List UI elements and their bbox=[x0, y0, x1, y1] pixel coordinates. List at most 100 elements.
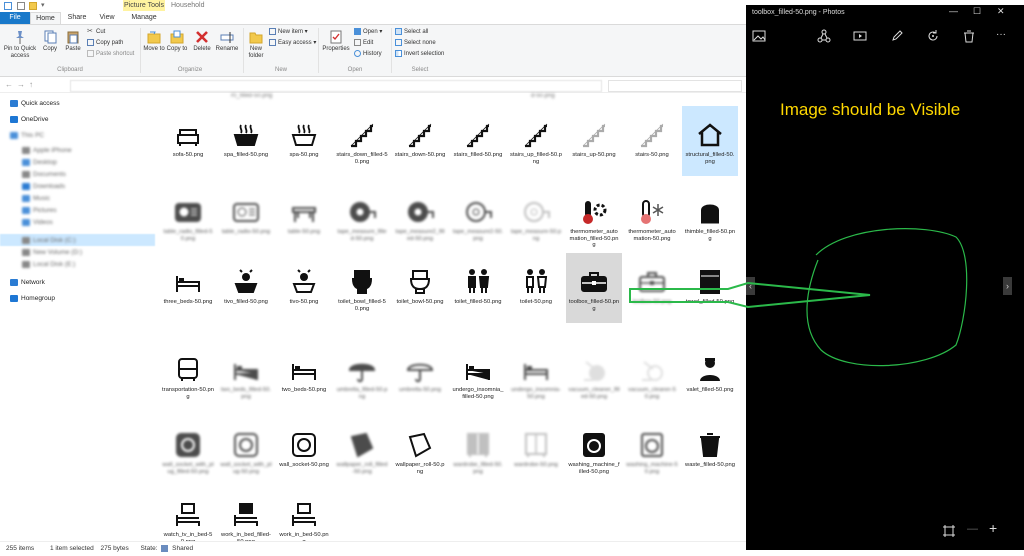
nav-item[interactable]: Documents bbox=[22, 169, 66, 181]
file-item[interactable]: thermometer_automation_filled-50.png bbox=[566, 183, 622, 253]
file-item[interactable]: transportation-50.png bbox=[160, 341, 216, 411]
nav-item[interactable]: Apple iPhone bbox=[22, 145, 72, 157]
rotate-icon[interactable] bbox=[926, 29, 940, 43]
next-image-arrow-icon[interactable]: › bbox=[1003, 277, 1012, 295]
maximize-icon[interactable]: ☐ bbox=[973, 6, 981, 17]
file-item[interactable]: tape_measure-50.png bbox=[508, 183, 564, 253]
history-button[interactable]: History bbox=[354, 50, 382, 59]
customize-toolbar-icon[interactable]: ▾ bbox=[41, 1, 45, 9]
file-item[interactable]: umbrella-50.png bbox=[392, 341, 448, 411]
paste-button[interactable]: Paste bbox=[62, 30, 84, 53]
cut-button[interactable]: ✂ Cut bbox=[87, 28, 105, 37]
file-item[interactable]: undergo_insomnia-50.png bbox=[508, 341, 564, 411]
new-folder-button[interactable]: New folder bbox=[245, 30, 267, 60]
file-item[interactable]: structural_filled-50.png bbox=[682, 106, 738, 176]
file-item[interactable]: vacuum_cleaner-50.png bbox=[624, 341, 680, 411]
file-item[interactable]: wardrobe_filled-50.png bbox=[450, 416, 506, 486]
file-item[interactable]: toilet-50.png bbox=[508, 253, 564, 323]
file-item[interactable]: spa-50.png bbox=[276, 106, 332, 176]
file-item[interactable]: washing_machine_filled-50.png bbox=[566, 416, 622, 486]
file-item[interactable]: thermometer_automation-50.png bbox=[624, 183, 680, 253]
nav-item[interactable]: Pictures bbox=[22, 205, 56, 217]
file-item[interactable]: wardrobe-50.png bbox=[508, 416, 564, 486]
minimize-icon[interactable]: — bbox=[949, 6, 958, 16]
slideshow-icon[interactable] bbox=[853, 29, 867, 43]
invert-selection-button[interactable]: Invert selection bbox=[395, 50, 444, 59]
select-all-button[interactable]: Select all bbox=[395, 28, 428, 37]
fit-to-window-icon[interactable] bbox=[943, 525, 955, 537]
file-item[interactable]: toilet_bowl_filled-50.png bbox=[334, 253, 390, 323]
file-item[interactable]: wall_socket_with_plug_filled-50.png bbox=[160, 416, 216, 486]
edit-pencil-icon[interactable] bbox=[890, 29, 904, 43]
file-item[interactable]: stairs_up-50.png bbox=[566, 106, 622, 176]
tab-view[interactable]: View bbox=[92, 12, 122, 24]
back-arrow-icon[interactable]: ← bbox=[5, 80, 17, 89]
nav-item[interactable]: Music bbox=[22, 193, 50, 205]
rename-button[interactable]: Rename bbox=[214, 30, 240, 53]
tab-file[interactable]: File bbox=[0, 12, 30, 24]
file-item[interactable]: washing_machine-50.png bbox=[624, 416, 680, 486]
file-item[interactable]: three_beds-50.png bbox=[160, 253, 216, 323]
file-item[interactable]: toolbox_filled-50.png bbox=[566, 253, 622, 323]
new-folder-icon[interactable] bbox=[29, 2, 37, 10]
copy-button[interactable]: Copy bbox=[39, 30, 61, 53]
file-item[interactable]: stairs-50.png bbox=[624, 106, 680, 176]
tab-share[interactable]: Share bbox=[62, 12, 92, 24]
nav-item[interactable]: Local Disk (E:) bbox=[22, 259, 75, 271]
file-item[interactable]: tape_measure2-50.png bbox=[450, 183, 506, 253]
select-none-button[interactable]: Select none bbox=[395, 39, 436, 48]
file-item[interactable]: tivo-50.png bbox=[276, 253, 332, 323]
file-item[interactable]: spa_filled-50.png bbox=[218, 106, 274, 176]
forward-arrow-icon[interactable]: → bbox=[17, 80, 29, 89]
file-item[interactable]: undergo_insomnia_filled-50.png bbox=[450, 341, 506, 411]
tab-manage[interactable]: Manage bbox=[124, 12, 164, 24]
close-icon[interactable]: ✕ bbox=[997, 6, 1005, 17]
address-bar[interactable] bbox=[70, 80, 602, 92]
open-button[interactable]: Open ▾ bbox=[354, 28, 382, 37]
file-item[interactable]: tivo_filled-50.png bbox=[218, 253, 274, 323]
file-item[interactable]: stairs_filled-50.png bbox=[450, 106, 506, 176]
quick-access-icon[interactable] bbox=[4, 2, 12, 10]
nav-item[interactable]: Downloads bbox=[22, 181, 65, 193]
file-item[interactable]: wall_socket-50.png bbox=[276, 416, 332, 486]
search-input[interactable] bbox=[608, 80, 742, 92]
file-item[interactable]: tape_measure2_filled-50.png bbox=[392, 183, 448, 253]
file-item[interactable]: stairs_down_filled-50.png bbox=[334, 106, 390, 176]
nav-item[interactable]: Desktop bbox=[22, 157, 57, 169]
easy-access-button[interactable]: Easy access ▾ bbox=[269, 39, 316, 48]
file-item[interactable]: stairs_down-50.png bbox=[392, 106, 448, 176]
file-item[interactable]: wallpaper_roll-50.png bbox=[392, 416, 448, 486]
tab-home[interactable]: Home bbox=[30, 12, 61, 24]
image-gallery-icon[interactable] bbox=[752, 29, 766, 43]
file-item[interactable]: table_radio-50.png bbox=[218, 183, 274, 253]
nav-item[interactable]: New Volume (D:) bbox=[22, 247, 82, 259]
file-item[interactable]: wall_socket_with_plug-50.png bbox=[218, 416, 274, 486]
nav-item[interactable]: This PC bbox=[10, 130, 44, 142]
file-item[interactable]: two_beds-50.png bbox=[276, 341, 332, 411]
file-item[interactable]: sofa-50.png bbox=[160, 106, 216, 176]
paste-shortcut-button[interactable]: Paste shortcut bbox=[87, 50, 134, 59]
file-item[interactable]: toilet_bowl-50.png bbox=[392, 253, 448, 323]
share-icon[interactable] bbox=[817, 29, 831, 43]
delete-button[interactable]: Delete bbox=[191, 30, 213, 53]
copy-path-button[interactable]: Copy path bbox=[87, 39, 123, 48]
move-to-button[interactable]: Move to bbox=[143, 30, 165, 53]
file-item[interactable]: table-50.png bbox=[276, 183, 332, 253]
delete-trash-icon[interactable] bbox=[962, 29, 976, 43]
file-item[interactable]: umbrella_filled-50.png bbox=[334, 341, 390, 411]
up-arrow-icon[interactable]: ↑ bbox=[29, 80, 37, 89]
navigation-arrows[interactable]: ←→↑ bbox=[5, 80, 37, 89]
more-options-icon[interactable]: ··· bbox=[996, 29, 1006, 40]
new-item-button[interactable]: New item ▾ bbox=[269, 28, 308, 37]
file-item[interactable]: stairs_up_filled-50.png bbox=[508, 106, 564, 176]
file-item[interactable]: table_radio_filled-50.png bbox=[160, 183, 216, 253]
file-item[interactable]: vacuum_cleaner_filled-50.png bbox=[566, 341, 622, 411]
pin-to-quick-access-button[interactable]: Pin to Quick access bbox=[3, 30, 37, 60]
file-item[interactable]: thimble_filled-50.png bbox=[682, 183, 738, 253]
nav-item[interactable]: Local Disk (C:) bbox=[22, 235, 76, 247]
properties-button[interactable]: Properties bbox=[320, 30, 352, 53]
file-item[interactable]: valet_filled-50.png bbox=[682, 341, 738, 411]
zoom-in-icon[interactable]: + bbox=[989, 520, 997, 536]
nav-item[interactable]: OneDrive bbox=[10, 114, 48, 126]
edit-button[interactable]: Edit bbox=[354, 39, 373, 48]
